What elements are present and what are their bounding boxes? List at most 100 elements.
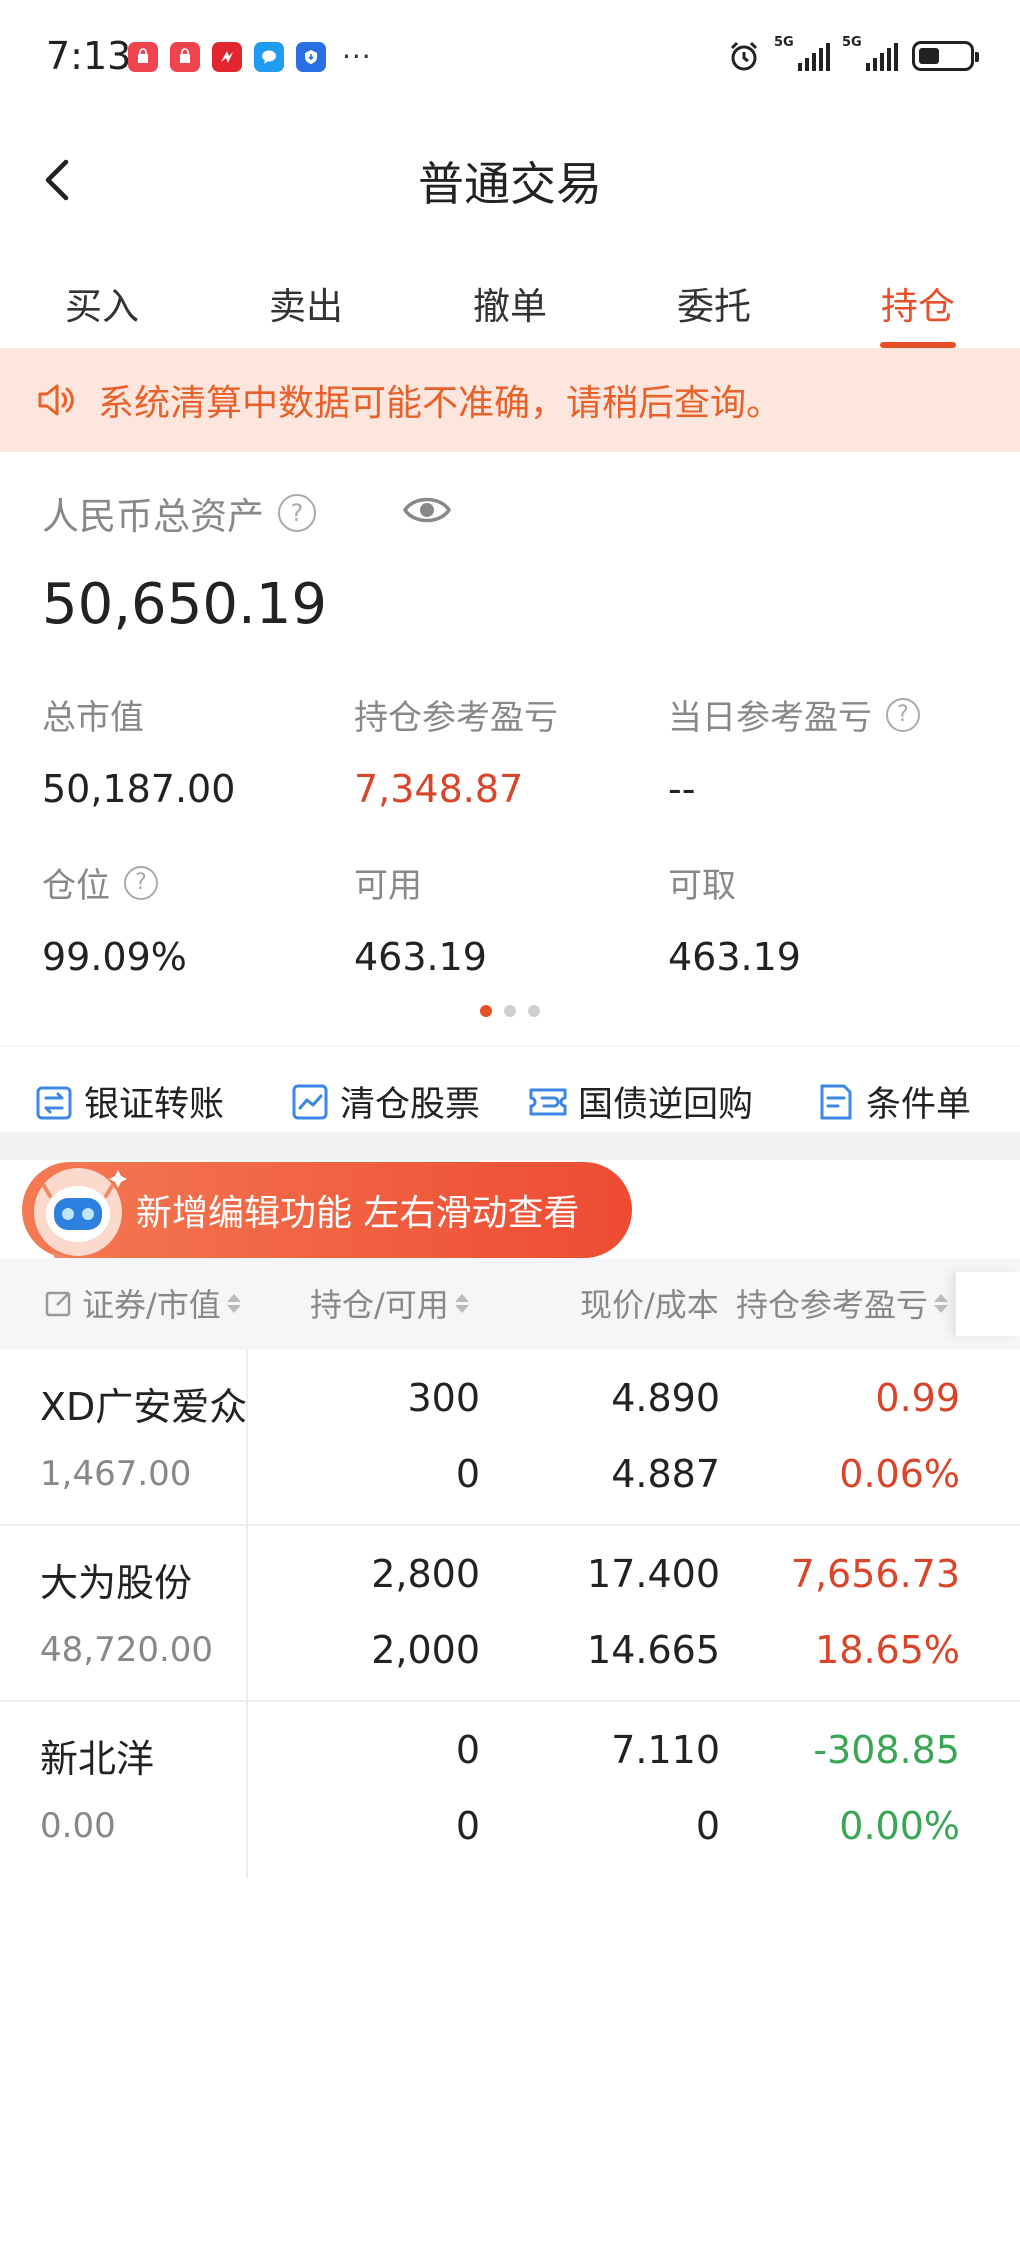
tab-positions[interactable]: 持仓: [816, 248, 1020, 348]
available-qty: 0: [455, 1804, 480, 1848]
ticket-icon: [529, 1088, 567, 1115]
page-dot: [504, 1005, 516, 1017]
table-row[interactable]: 新北洋 0.00 0 0 7.110 0 -308.85 0.00%: [0, 1702, 1020, 1878]
column-header-price: 现价/成本: [580, 1286, 719, 1324]
stat-label: 仓位: [42, 866, 110, 906]
help-icon[interactable]: ?: [124, 865, 158, 900]
stat-daily-pl: 当日参考盈亏? --: [668, 690, 920, 811]
cost-price: 14.665: [587, 1628, 720, 1672]
tab-orders[interactable]: 委托: [612, 248, 816, 348]
section-divider: [0, 1132, 1020, 1160]
edit-icon: [45, 1291, 71, 1317]
conditional-order-button[interactable]: 条件单: [814, 1076, 971, 1127]
notification-icons: ···: [128, 40, 372, 73]
page-dot: [480, 1005, 492, 1017]
stat-position-pl: 持仓参考盈亏 7,348.87: [354, 690, 558, 811]
holding-qty: 300: [407, 1376, 480, 1420]
bank-transfer-button[interactable]: 银证转账: [32, 1076, 224, 1127]
trade-tabs: 买入 卖出 撤单 委托 持仓: [0, 248, 1020, 348]
page-dot: [528, 1005, 540, 1017]
shopping-bag-icon: [128, 41, 158, 72]
more-notifications-icon: ···: [342, 40, 372, 73]
holding-qty: 0: [455, 1728, 480, 1772]
total-assets-label-row: 人民币总资产 ?: [42, 486, 316, 540]
stat-value: 50,187.00: [42, 767, 236, 811]
profit-loss: 0.99: [875, 1376, 960, 1420]
table-row[interactable]: 大为股份 48,720.00 2,800 2,000 17.400 14.665…: [0, 1526, 1020, 1702]
sort-icon: [226, 1293, 241, 1313]
stat-label: 可用: [354, 866, 422, 906]
column-header-holding[interactable]: 持仓/可用: [310, 1280, 469, 1326]
total-assets-label: 人民币总资产: [42, 495, 264, 538]
column-header-pl[interactable]: 持仓参考盈亏: [736, 1280, 949, 1326]
alarm-icon: [730, 41, 758, 71]
action-label: 条件单: [866, 1085, 972, 1125]
help-icon[interactable]: ?: [886, 697, 920, 732]
trading-app-icon: [212, 41, 242, 72]
stat-available: 可用 463.19: [354, 858, 487, 979]
stat-value: 99.09%: [42, 935, 187, 979]
signal-strength-icon: 5G: [842, 35, 898, 71]
profit-loss-percent: 18.65%: [815, 1628, 960, 1672]
available-qty: 2,000: [371, 1628, 480, 1672]
help-icon[interactable]: ?: [278, 494, 316, 532]
action-label: 清仓股票: [340, 1085, 481, 1125]
table-row[interactable]: XD广安爱众 1,467.00 300 0 4.890 4.887 0.99 0…: [0, 1350, 1020, 1526]
tab-sell[interactable]: 卖出: [204, 248, 408, 348]
current-price: 4.890: [611, 1376, 720, 1420]
status-bar: 7:13 ··· 5G 5G: [0, 0, 1020, 120]
sort-icon: [454, 1293, 469, 1313]
chat-bubble-icon: [254, 41, 284, 72]
positions-table-header: 证券/市值 持仓/可用 现价/成本 持仓参考盈亏: [0, 1258, 1020, 1350]
page-title: 普通交易: [418, 157, 602, 211]
stock-market-value: 0.00: [40, 1806, 116, 1846]
stat-position-ratio: 仓位? 99.09%: [42, 858, 187, 979]
notice-banner: 系统清算中数据可能不准确，请稍后查询。: [0, 348, 1020, 452]
cost-price: 0: [695, 1804, 720, 1848]
holding-qty: 2,800: [371, 1552, 480, 1596]
stock-name: 大为股份: [40, 1561, 193, 1605]
total-assets-value: 50,650.19: [42, 572, 328, 637]
shopping-bag-icon: [170, 41, 200, 72]
transfer-icon: [36, 1086, 72, 1119]
profit-loss: 7,656.73: [790, 1552, 960, 1596]
tab-cancel-order[interactable]: 撤单: [408, 248, 612, 348]
stat-value: 7,348.87: [354, 767, 524, 811]
stock-market-value: 1,467.00: [40, 1454, 192, 1494]
available-qty: 0: [455, 1452, 480, 1496]
stock-name: XD广安爱众: [40, 1385, 248, 1429]
clear-stock-button[interactable]: 清仓股票: [288, 1076, 480, 1127]
column-header-security[interactable]: 证券/市值: [44, 1280, 241, 1326]
stat-label: 总市值: [42, 698, 144, 738]
promo-text: 新增编辑功能 左右滑动查看: [136, 1193, 580, 1234]
current-price: 17.400: [587, 1552, 720, 1596]
carousel-indicator: [0, 1005, 1020, 1017]
stock-market-value: 48,720.00: [40, 1630, 214, 1670]
stat-withdrawable: 可取 463.19: [668, 858, 801, 979]
eye-icon[interactable]: [402, 490, 452, 530]
cost-price: 4.887: [611, 1452, 720, 1496]
stat-label: 可取: [668, 866, 736, 906]
status-time: 7:13: [46, 34, 132, 78]
sort-icon: [934, 1293, 949, 1313]
action-label: 国债逆回购: [578, 1085, 754, 1125]
stat-value: --: [668, 767, 696, 811]
profit-loss-percent: 0.06%: [839, 1452, 960, 1496]
stock-name: 新北洋: [40, 1737, 155, 1781]
system-status: 5G 5G: [726, 35, 979, 74]
stat-label: 持仓参考盈亏: [354, 698, 558, 738]
stat-label: 当日参考盈亏: [668, 698, 872, 738]
shield-app-icon: [296, 41, 326, 72]
document-icon: [820, 1084, 852, 1119]
signal-strength-icon: 5G: [774, 35, 830, 71]
profit-loss-percent: 0.00%: [839, 1804, 960, 1848]
stat-value: 463.19: [354, 935, 487, 979]
page-header: 普通交易: [0, 120, 1020, 240]
tab-buy[interactable]: 买入: [0, 248, 204, 348]
promo-tooltip[interactable]: 新增编辑功能 左右滑动查看: [22, 1162, 632, 1274]
speaker-icon: [38, 384, 74, 416]
stat-market-value: 总市值 50,187.00: [42, 690, 235, 811]
action-label: 银证转账: [84, 1085, 225, 1125]
notice-text: 系统清算中数据可能不准确，请稍后查询。: [98, 383, 783, 424]
reverse-repo-button[interactable]: 国债逆回购: [526, 1076, 753, 1127]
